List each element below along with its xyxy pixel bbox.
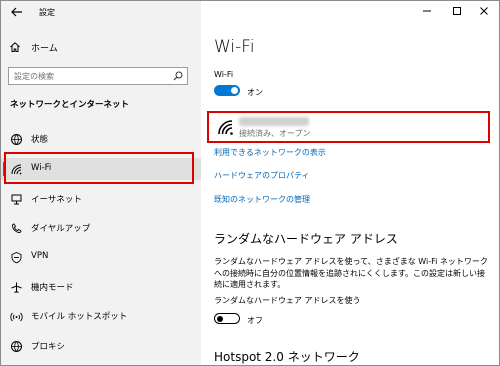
minimize-icon[interactable]	[420, 4, 434, 18]
sidebar-item-label: ダイヤルアップ	[31, 224, 91, 234]
sidebar-item-label: イーサネット	[31, 195, 82, 205]
manage-known-networks-link[interactable]: 既知のネットワークの管理	[214, 194, 310, 205]
connected-network-card[interactable]: 接続済み、オープン	[207, 111, 490, 143]
sidebar-item-status[interactable]: 状態	[1, 128, 201, 150]
home-icon	[10, 42, 20, 52]
search-input[interactable]: 設定の検索	[8, 67, 188, 85]
ethernet-icon	[11, 194, 22, 205]
random-hw-toggle-state: オフ	[247, 316, 263, 325]
sidebar-item-airplane[interactable]: 機内モード	[1, 276, 201, 298]
search-placeholder: 設定の検索	[14, 72, 54, 81]
hotspot-icon	[10, 312, 23, 322]
sidebar-item-vpn[interactable]: VPN	[1, 246, 201, 268]
random-hw-toggle[interactable]	[214, 313, 240, 324]
main-panel: Wi-Fi Wi-Fi オン 接続済み、オープン 利用できるネットワークの表示 …	[201, 1, 499, 365]
sidebar-item-dialup[interactable]: ダイヤルアップ	[1, 217, 201, 239]
wifi-signal-icon	[218, 120, 233, 135]
search-icon[interactable]	[173, 71, 183, 81]
app-title: 設定	[39, 8, 55, 17]
hardware-properties-link[interactable]: ハードウェアのプロパティ	[214, 170, 310, 181]
sidebar-item-label: プロキシ	[31, 342, 66, 352]
sidebar: 設定 ホーム 設定の検索 ネットワークとインターネット 状態 Wi-Fi イーサ…	[1, 1, 201, 365]
back-arrow-icon[interactable]	[9, 4, 25, 20]
random-hw-description: ランダムなハードウェア アドレスを使って、さまざまな Wi-Fi ネットワークへ…	[214, 257, 488, 289]
toggle-knob	[217, 315, 223, 322]
hotspot-heading: Hotspot 2.0 ネットワーク	[214, 350, 360, 364]
network-name-redacted	[239, 117, 309, 126]
show-available-networks-link[interactable]: 利用できるネットワークの表示	[214, 147, 326, 158]
close-icon[interactable]	[477, 4, 491, 18]
highlight-box	[4, 152, 194, 184]
sidebar-item-proxy[interactable]: プロキシ	[1, 335, 201, 357]
network-status: 接続済み、オープン	[239, 129, 311, 138]
sidebar-item-label: 状態	[31, 135, 49, 145]
sidebar-item-label: VPN	[31, 251, 49, 261]
sidebar-item-label: モバイル ホットスポット	[31, 312, 128, 322]
globe-icon	[11, 341, 22, 352]
globe-icon	[11, 134, 22, 145]
airplane-icon	[11, 282, 22, 293]
wifi-toggle-state: オン	[247, 88, 263, 97]
phone-icon	[12, 223, 22, 233]
vpn-icon	[11, 252, 22, 264]
maximize-icon[interactable]	[450, 4, 464, 18]
random-hw-toggle-label: ランダムなハードウェア アドレスを使う	[214, 296, 361, 305]
toggle-knob	[231, 87, 238, 94]
sidebar-item-label: 機内モード	[31, 283, 74, 293]
random-hw-heading: ランダムなハードウェア アドレス	[214, 232, 398, 246]
home-nav-item[interactable]: ホーム	[9, 39, 58, 55]
sidebar-item-ethernet[interactable]: イーサネット	[1, 188, 201, 210]
settings-window: 設定 ホーム 設定の検索 ネットワークとインターネット 状態 Wi-Fi イーサ…	[0, 0, 500, 366]
page-title: Wi-Fi	[214, 37, 255, 57]
section-title: ネットワークとインターネット	[10, 100, 130, 110]
wifi-toggle[interactable]	[214, 85, 240, 96]
sidebar-item-hotspot[interactable]: モバイル ホットスポット	[1, 305, 201, 327]
home-label: ホーム	[31, 43, 58, 54]
wifi-toggle-label: Wi-Fi	[214, 70, 234, 79]
